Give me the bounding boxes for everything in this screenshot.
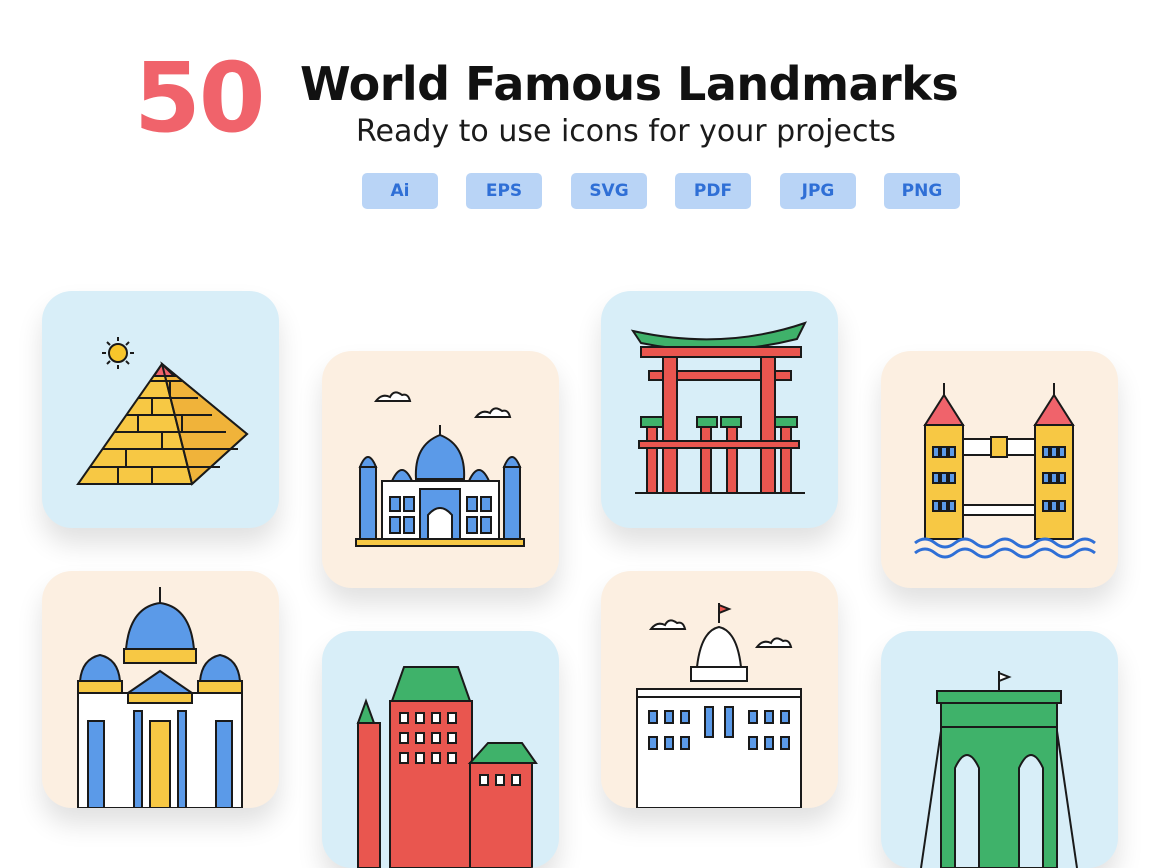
- format-badge-png: PNG: [884, 173, 960, 209]
- berlin-cathedral-icon: [77, 587, 243, 808]
- capitol-building-icon: [636, 603, 802, 808]
- torii-gate-icon: [630, 321, 807, 494]
- card-tower-bridge: [881, 351, 1118, 588]
- chateau-frontenac-icon: [356, 666, 538, 868]
- card-pyramid: [42, 291, 279, 528]
- page-subtitle: Ready to use icons for your projects: [356, 114, 896, 149]
- pyramid-icon: [76, 337, 249, 486]
- taj-mahal-icon: [355, 391, 525, 547]
- page-title: World Famous Landmarks: [300, 57, 959, 111]
- card-taj-mahal: [322, 351, 559, 588]
- header: 50 World Famous Landmarks Ready to use i…: [0, 0, 1160, 230]
- brooklyn-bridge-icon: [920, 671, 1078, 868]
- card-brooklyn-bridge: [881, 631, 1118, 868]
- format-badge-pdf: PDF: [675, 173, 751, 209]
- card-torii-gate: [601, 291, 838, 528]
- landmark-count: 50: [134, 42, 266, 154]
- format-badge-svg: SVG: [571, 173, 647, 209]
- card-chateau-frontenac: [322, 631, 559, 868]
- card-berlin-cathedral: [42, 571, 279, 808]
- format-badge-ai: Ai: [362, 173, 438, 209]
- tower-bridge-icon: [914, 383, 1096, 559]
- format-badge-eps: EPS: [466, 173, 542, 209]
- card-capitol-building: [601, 571, 838, 808]
- format-badge-jpg: JPG: [780, 173, 856, 209]
